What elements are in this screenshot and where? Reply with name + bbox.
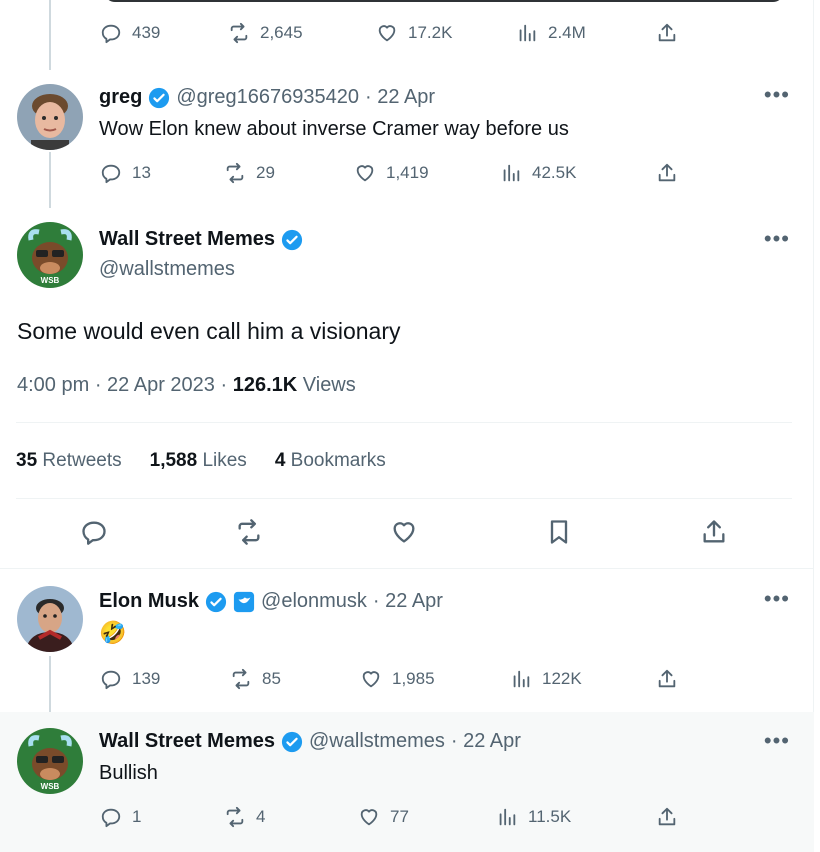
author-handle[interactable]: @greg16676935420 — [176, 86, 359, 109]
retweet-button[interactable] — [235, 518, 263, 551]
share-icon — [658, 163, 676, 182]
reply-icon — [101, 808, 121, 828]
verified-badge-icon — [205, 591, 227, 612]
main-tweet: WSB Wall Street Memes @wallstmemes ••• S… — [0, 200, 814, 570]
author-handle[interactable]: @elonmusk — [261, 590, 367, 613]
tweet-date[interactable]: · 22 Apr — [365, 86, 435, 109]
bookmark-button[interactable] — [545, 518, 573, 551]
heart-icon — [393, 522, 415, 543]
author-name[interactable]: Elon Musk — [99, 590, 199, 613]
bookmark-icon — [550, 520, 568, 544]
retweet-icon — [232, 668, 250, 690]
author-name[interactable]: Wall Street Memes — [99, 228, 275, 251]
verified-badge-icon — [281, 229, 303, 250]
views-icon — [499, 808, 516, 826]
tweet-text: Some would even call him a visionary — [17, 318, 401, 344]
share-icon — [658, 669, 676, 688]
tweet-actions: 1 4 77 11.5K — [100, 806, 700, 836]
reply-button[interactable] — [80, 518, 108, 551]
retweet-icon — [226, 806, 244, 828]
like-button[interactable]: 1,985 — [360, 668, 435, 690]
avatar-logo-text: WSB — [41, 276, 60, 285]
heart-icon — [362, 671, 380, 688]
views-button[interactable]: 42.5K — [500, 162, 576, 184]
heart-icon — [356, 165, 374, 182]
retweet-button[interactable]: 29 — [224, 162, 275, 184]
more-options-icon[interactable]: ••• — [764, 728, 790, 754]
views-button[interactable]: 11.5K — [496, 806, 571, 828]
share-button[interactable] — [656, 668, 678, 690]
tweet-actions: 13 29 1,419 42.5K — [100, 162, 700, 192]
more-options-icon[interactable]: ••• — [764, 226, 790, 252]
tweet-date[interactable]: · 22 Apr — [373, 590, 443, 613]
twitter-affiliate-icon — [233, 591, 255, 612]
author-handle[interactable]: @wallstmemes — [309, 730, 445, 753]
avatar[interactable]: WSB — [17, 222, 83, 288]
reply-button[interactable]: 1 — [100, 806, 141, 828]
views-label: Views — [302, 374, 356, 396]
avatar[interactable] — [17, 586, 83, 652]
author-name[interactable]: greg — [99, 86, 142, 109]
retweets-stat[interactable]: 35 Retweets — [16, 450, 122, 472]
like-button[interactable] — [390, 518, 418, 551]
reply-tweet-elon[interactable]: Elon Musk @elonmusk · 22 Apr ••• 🤣 139 8… — [0, 568, 814, 712]
divider — [16, 498, 792, 499]
tweet-text: Wow Elon knew about inverse Cramer way b… — [99, 118, 569, 140]
like-button[interactable]: 1,419 — [354, 162, 429, 184]
tweet-actions: 139 85 1,985 122K — [100, 668, 700, 698]
tweet-text: 🤣 — [99, 620, 127, 645]
share-button[interactable] — [656, 162, 678, 184]
reply-button[interactable]: 13 — [100, 162, 151, 184]
retweet-icon — [226, 162, 244, 184]
tweet-timestamp: 4:00 pm · 22 Apr 2023 · 126.1K Views — [17, 374, 356, 396]
retweet-button[interactable]: 4 — [224, 806, 265, 828]
reply-button[interactable]: 139 — [100, 668, 160, 690]
reply-icon — [101, 670, 121, 690]
avatar[interactable] — [17, 84, 83, 150]
views-icon — [503, 164, 520, 182]
avatar-logo-text: WSB — [41, 782, 60, 791]
likes-stat[interactable]: 1,588 Likes — [150, 450, 247, 472]
bookmarks-stat[interactable]: 4 Bookmarks — [275, 450, 386, 472]
share-button[interactable] — [656, 806, 678, 828]
share-icon — [658, 807, 676, 826]
heart-icon — [360, 809, 378, 826]
more-options-icon[interactable]: ••• — [764, 586, 790, 612]
views-icon — [513, 670, 530, 688]
verified-badge-icon — [149, 87, 170, 108]
divider — [16, 422, 792, 423]
reply-tweet-greg[interactable]: greg @greg16676935420 · 22 Apr ••• Wow E… — [0, 0, 814, 200]
share-button[interactable] — [700, 518, 728, 551]
verified-badge-icon — [281, 731, 303, 752]
views-count: 126.1K — [232, 374, 298, 396]
like-button[interactable]: 77 — [358, 806, 409, 828]
reply-icon — [101, 164, 121, 184]
views-button[interactable]: 122K — [510, 668, 582, 690]
reply-tweet-wallstmemes[interactable]: WSB Wall Street Memes @wallstmemes · 22 … — [0, 712, 814, 852]
engagement-stats: 35 Retweets 1,588 Likes 4 Bookmarks — [16, 450, 386, 472]
share-icon — [703, 520, 725, 543]
tweet-text: Bullish — [99, 762, 158, 784]
retweet-button[interactable]: 85 — [230, 668, 281, 690]
more-options-icon[interactable]: ••• — [764, 82, 790, 108]
tweet-date[interactable]: · 22 Apr — [451, 730, 521, 753]
retweet-icon — [238, 519, 260, 545]
avatar[interactable]: WSB — [17, 728, 83, 794]
author-name[interactable]: Wall Street Memes — [99, 730, 275, 753]
author-handle[interactable]: @wallstmemes — [99, 258, 235, 281]
reply-icon — [82, 521, 106, 545]
